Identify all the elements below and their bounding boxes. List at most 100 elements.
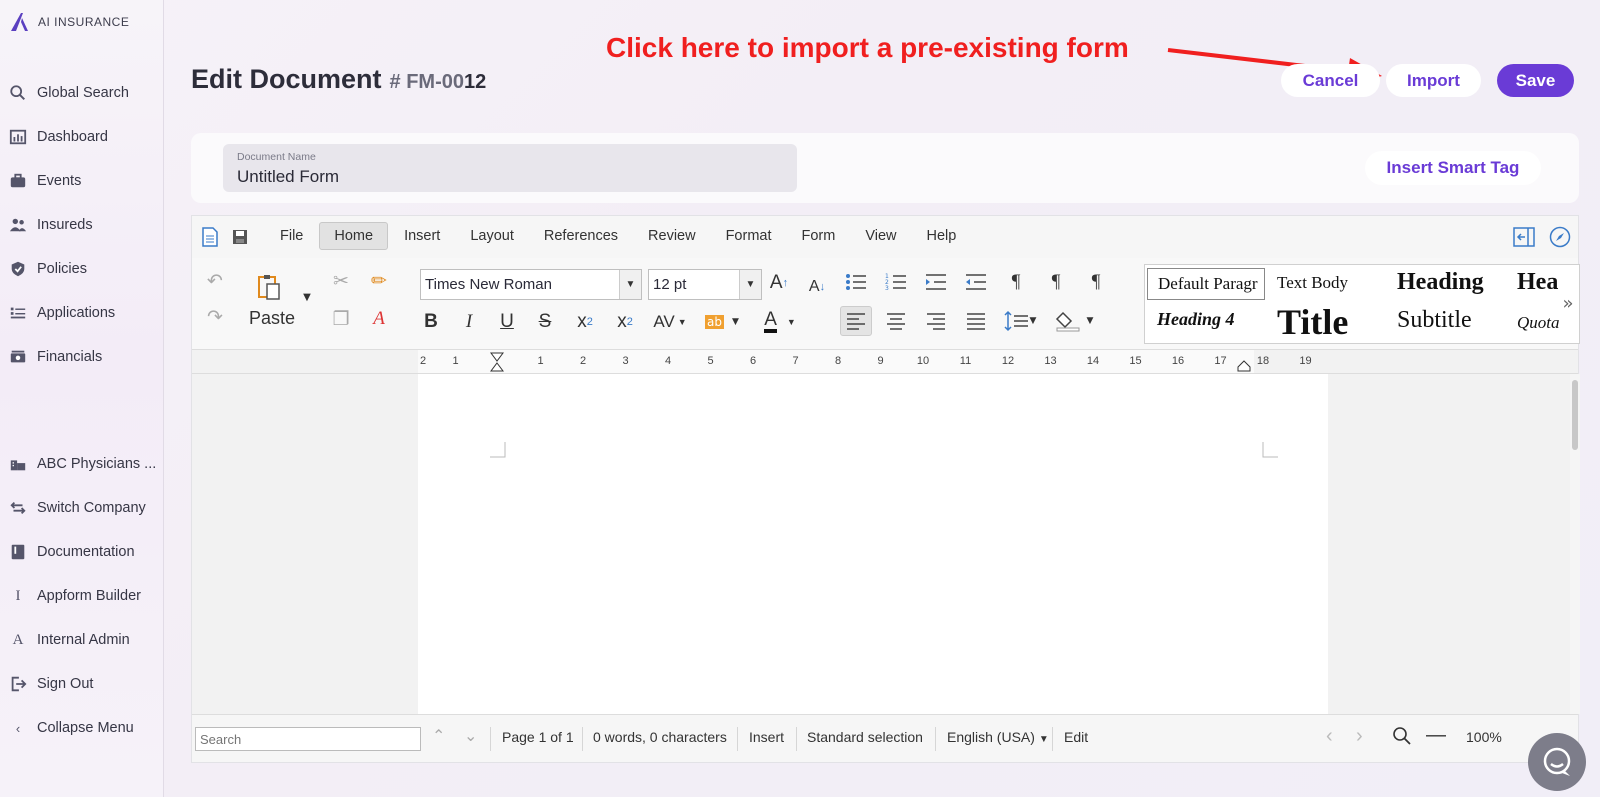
menu-view[interactable]: View: [851, 223, 910, 249]
new-document-icon[interactable]: [200, 226, 220, 248]
scrollbar-thumb[interactable]: [1572, 380, 1578, 450]
sidebar-item-policies[interactable]: Policies: [8, 259, 87, 279]
paste-icon[interactable]: [254, 272, 284, 302]
brand-logo[interactable]: AI INSURANCE: [8, 10, 129, 34]
decrease-indent-icon[interactable]: [962, 268, 990, 296]
save-disk-icon[interactable]: [230, 227, 250, 247]
paste-dropdown-icon[interactable]: ▼: [300, 288, 314, 306]
expand-ribbon-icon[interactable]: »: [1558, 288, 1578, 318]
sidebar-item-switch-company[interactable]: Switch Company: [8, 498, 146, 518]
chevron-down-icon[interactable]: ▼: [619, 270, 641, 299]
line-spacing-icon[interactable]: ▼: [998, 306, 1042, 336]
selection-mode[interactable]: Standard selection: [807, 729, 923, 745]
style-heading-4[interactable]: Heading 4: [1157, 309, 1235, 330]
document-page[interactable]: [418, 374, 1328, 714]
style-heading[interactable]: Heading: [1397, 269, 1484, 296]
justify-icon[interactable]: [962, 306, 990, 336]
paragraph-shading-icon[interactable]: ▼: [1050, 306, 1098, 336]
zoom-out-icon[interactable]: —: [1426, 724, 1446, 747]
sidebar-item-collapse-menu[interactable]: ‹ Collapse Menu: [8, 718, 134, 738]
insert-smart-tag-button[interactable]: Insert Smart Tag: [1365, 151, 1541, 185]
sidebar-item-dashboard[interactable]: Dashboard: [8, 127, 108, 147]
navigation-compass-icon[interactable]: [1548, 226, 1572, 248]
menu-home[interactable]: Home: [319, 222, 389, 250]
sidebar-item-internal-admin[interactable]: A Internal Admin: [8, 630, 130, 650]
paste-label[interactable]: Paste: [244, 306, 300, 330]
font-family-value: Times New Roman: [425, 276, 552, 293]
italic-icon[interactable]: I: [456, 308, 482, 336]
menu-file[interactable]: File: [266, 223, 317, 249]
style-heading-2[interactable]: Hea: [1517, 269, 1558, 296]
menu-help[interactable]: Help: [913, 223, 971, 249]
sidebar-item-appform-builder[interactable]: I Appform Builder: [8, 586, 141, 606]
numbered-list-icon[interactable]: 123: [882, 268, 910, 296]
people-icon: [8, 215, 28, 235]
chat-support-button[interactable]: [1528, 733, 1586, 791]
menu-form[interactable]: Form: [788, 223, 850, 249]
cut-icon[interactable]: ✂: [328, 268, 354, 294]
style-title[interactable]: Title: [1277, 301, 1348, 343]
superscript-icon[interactable]: x2: [612, 308, 638, 336]
language-select[interactable]: English (USA) ▼: [947, 729, 1049, 745]
sidebar-item-events[interactable]: Events: [8, 171, 81, 191]
sidebar-item-applications[interactable]: Applications: [8, 303, 115, 323]
menu-references[interactable]: References: [530, 223, 632, 249]
align-center-icon[interactable]: [882, 306, 910, 336]
rtl-paragraph-icon[interactable]: ¶: [1082, 268, 1110, 296]
align-left-icon[interactable]: [840, 306, 872, 336]
font-size-select[interactable]: 12 pt ▼: [648, 269, 762, 300]
cancel-button[interactable]: Cancel: [1281, 64, 1380, 97]
underline-icon[interactable]: U: [494, 308, 520, 336]
show-formatting-icon[interactable]: ¶: [1002, 268, 1030, 296]
undo-icon[interactable]: ↶: [202, 268, 228, 294]
previous-icon[interactable]: ‹: [1326, 725, 1333, 748]
copy-icon[interactable]: ❐: [328, 306, 354, 332]
ltr-paragraph-icon[interactable]: ¶: [1042, 268, 1070, 296]
font-family-select[interactable]: Times New Roman ▼: [420, 269, 642, 300]
menu-layout[interactable]: Layout: [456, 223, 528, 249]
align-right-icon[interactable]: [922, 306, 950, 336]
chevron-down-icon[interactable]: ▼: [739, 270, 761, 299]
sidebar-item-company[interactable]: ABC Physicians ...: [8, 454, 156, 474]
import-button[interactable]: Import: [1386, 64, 1481, 97]
sidebar-item-financials[interactable]: Financials: [8, 347, 102, 367]
strikethrough-icon[interactable]: S: [532, 308, 558, 336]
font-color-icon[interactable]: A ▼: [758, 308, 802, 336]
sidebar-item-insureds[interactable]: Insureds: [8, 215, 93, 235]
sidebar-item-documentation[interactable]: Documentation: [8, 542, 135, 562]
grow-font-icon[interactable]: A ↑: [764, 268, 794, 298]
edit-mode[interactable]: Edit: [1064, 729, 1088, 745]
sidebar-item-sign-out[interactable]: Sign Out: [8, 674, 93, 694]
menu-review[interactable]: Review: [634, 223, 710, 249]
style-default-paragraph[interactable]: Default Paragr: [1147, 268, 1265, 300]
document-name-field[interactable]: Document Name Untitled Form: [223, 144, 797, 192]
format-painter-icon[interactable]: ✏: [366, 268, 392, 294]
redo-icon[interactable]: ↷: [202, 304, 228, 330]
menu-insert[interactable]: Insert: [390, 223, 454, 249]
character-spacing-icon[interactable]: AV ▼: [650, 308, 690, 336]
clear-formatting-icon[interactable]: A: [366, 306, 392, 332]
increase-indent-icon[interactable]: [922, 268, 950, 296]
document-name-value[interactable]: Untitled Form: [237, 167, 339, 187]
vertical-scrollbar[interactable]: [1570, 374, 1580, 714]
save-button[interactable]: Save: [1497, 64, 1574, 97]
style-quotation[interactable]: Quota: [1517, 313, 1560, 333]
highlight-color-icon[interactable]: ab ▼: [700, 308, 744, 336]
editor-search-input[interactable]: [195, 727, 421, 751]
chevron-up-icon[interactable]: ⌃: [432, 726, 445, 746]
zoom-search-icon[interactable]: [1392, 726, 1412, 749]
sidebar-item-global-search[interactable]: Global Search: [8, 83, 129, 103]
insert-mode[interactable]: Insert: [749, 729, 784, 745]
next-icon[interactable]: ›: [1356, 725, 1363, 748]
chevron-down-icon[interactable]: ⌄: [464, 726, 477, 746]
style-subtitle[interactable]: Subtitle: [1397, 307, 1472, 334]
zoom-level[interactable]: 100%: [1466, 729, 1502, 745]
menu-format[interactable]: Format: [712, 223, 786, 249]
bullet-list-icon[interactable]: [842, 268, 870, 296]
bold-icon[interactable]: B: [418, 308, 444, 336]
style-text-body[interactable]: Text Body: [1277, 273, 1348, 293]
subscript-icon[interactable]: x2: [572, 308, 598, 336]
ruler: 2 1 1 2 3 4 5 6 7 8 9 10 11 12 13 14 15 16 17 18 19: [192, 350, 1578, 374]
shrink-font-icon[interactable]: A ↓: [802, 272, 832, 302]
panel-toggle-icon[interactable]: [1512, 226, 1536, 248]
